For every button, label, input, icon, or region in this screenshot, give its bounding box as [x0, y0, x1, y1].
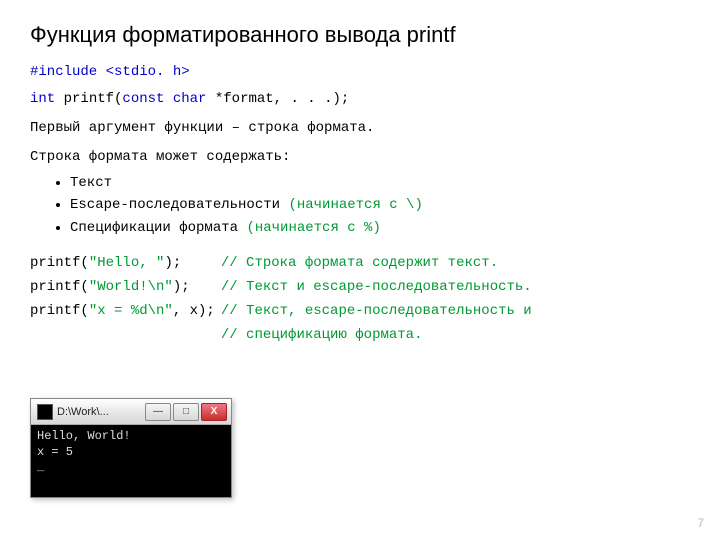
- bullet-escape: Escape-последовательности (начинается с …: [70, 194, 690, 216]
- include-line: #include <stdio. h>: [30, 62, 690, 83]
- bullet-format-a: Спецификации формата: [70, 220, 246, 236]
- ex3-comment: // Текст, escape-последовательность и: [221, 299, 538, 323]
- bullet-list: Текст Escape-последовательности (начинае…: [70, 172, 690, 239]
- decl-const: const: [122, 91, 172, 107]
- ex2-code: printf("World!\n");: [30, 275, 221, 299]
- ex3-c: , x);: [173, 303, 215, 319]
- slide-title: Функция форматированного вывода printf: [30, 22, 690, 48]
- ex1-comment: // Строка формата содержит текст.: [221, 251, 538, 275]
- para-contains: Строка формата может содержать:: [30, 147, 690, 168]
- ex3-code: printf("x = %d\n", x);: [30, 299, 221, 323]
- console-body: Hello, World! x = 5 _: [31, 425, 231, 497]
- maximize-button[interactable]: □: [173, 403, 199, 421]
- include-keyword: #include: [30, 64, 97, 80]
- decl-rest: *format, . . .);: [215, 91, 349, 107]
- ex4-comment: // спецификацию формата.: [221, 323, 538, 347]
- ex1-b: "Hello, ": [89, 255, 165, 271]
- ex1-code: printf("Hello, ");: [30, 251, 221, 275]
- ex1-a: printf(: [30, 255, 89, 271]
- bullet-format-b: (начинается с %): [246, 220, 380, 236]
- console-line2: x = 5: [37, 445, 73, 459]
- include-arg: <stdio. h>: [106, 64, 190, 80]
- console-app-icon: [37, 404, 53, 420]
- decl-fn: printf(: [64, 91, 123, 107]
- close-button[interactable]: X: [201, 403, 227, 421]
- decl-char: char: [173, 91, 215, 107]
- ex3-a: printf(: [30, 303, 89, 319]
- ex3-b: "x = %d\n": [89, 303, 173, 319]
- console-window: D:\Work\... — □ X Hello, World! x = 5 _: [30, 398, 232, 498]
- ex2-b: "World!\n": [89, 279, 173, 295]
- ex1-c: );: [164, 255, 181, 271]
- ex2-comment: // Текст и escape-последовательность.: [221, 275, 538, 299]
- bullet-escape-b: (начинается с \): [288, 197, 422, 213]
- ex2-c: );: [173, 279, 190, 295]
- console-title: D:\Work\...: [57, 406, 143, 418]
- bullet-escape-a: Escape-последовательности: [70, 197, 288, 213]
- examples-table: printf("Hello, "); // Строка формата сод…: [30, 251, 538, 347]
- console-cursor: _: [37, 460, 44, 474]
- minimize-button[interactable]: —: [145, 403, 171, 421]
- console-line1: Hello, World!: [37, 429, 131, 443]
- console-titlebar[interactable]: D:\Work\... — □ X: [31, 399, 231, 425]
- ex2-a: printf(: [30, 279, 89, 295]
- bullet-text: Текст: [70, 172, 690, 194]
- decl-int: int: [30, 91, 64, 107]
- para-first-arg: Первый аргумент функции – строка формата…: [30, 118, 690, 139]
- page-number: 7: [697, 516, 704, 530]
- decl-line: int printf(const char *format, . . .);: [30, 89, 690, 110]
- bullet-format: Спецификации формата (начинается с %): [70, 217, 690, 239]
